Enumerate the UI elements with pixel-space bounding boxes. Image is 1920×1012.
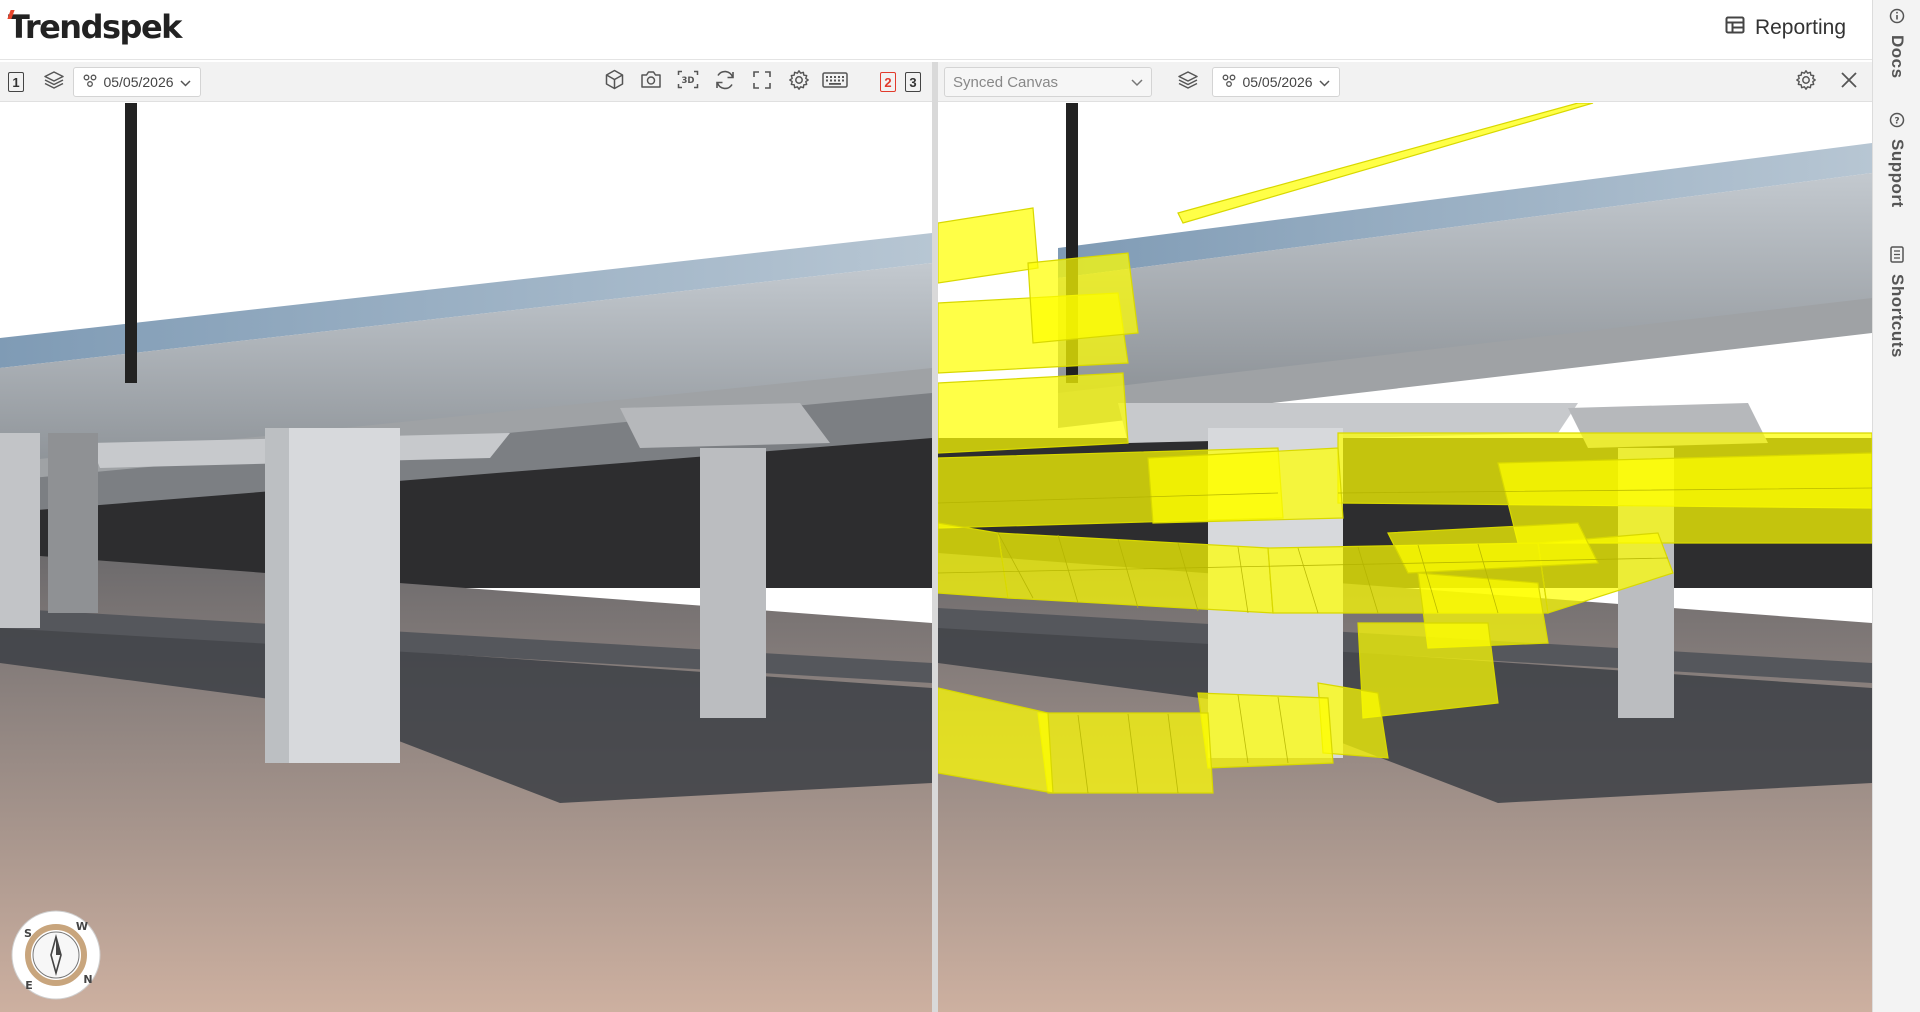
app-header: Trendspek Reporting bbox=[0, 0, 1872, 60]
keyboard-button[interactable] bbox=[820, 67, 850, 97]
rail-label-shortcuts: Shortcuts bbox=[1888, 274, 1907, 358]
camera-icon bbox=[640, 70, 662, 94]
bridge-scene bbox=[0, 103, 932, 1012]
layers-icon bbox=[1177, 70, 1199, 95]
brand-logo[interactable]: Trendspek bbox=[7, 8, 182, 46]
drone-icon bbox=[83, 74, 97, 91]
chevron-down-icon bbox=[1131, 74, 1143, 91]
left-3d-viewport[interactable]: W S E N bbox=[0, 103, 932, 1012]
date-select[interactable]: 05/05/2026 bbox=[73, 67, 201, 97]
table-icon bbox=[1725, 16, 1745, 40]
layers-button[interactable] bbox=[1174, 67, 1202, 97]
compass-n: N bbox=[83, 973, 92, 986]
rail-label-support: Support bbox=[1888, 139, 1907, 208]
svg-text:?: ? bbox=[1894, 116, 1899, 126]
3d-mode-button[interactable]: 3D bbox=[674, 67, 702, 97]
settings-button[interactable] bbox=[785, 67, 813, 97]
synced-canvas-select[interactable]: Synced Canvas bbox=[944, 67, 1152, 97]
synced-canvas-value: Synced Canvas bbox=[953, 73, 1059, 91]
fullscreen-button[interactable] bbox=[748, 67, 776, 97]
3d-view-button[interactable] bbox=[600, 67, 628, 97]
refresh-icon bbox=[714, 69, 736, 96]
cube-icon bbox=[604, 69, 625, 95]
viewport-number-badge[interactable]: 1 bbox=[7, 67, 25, 97]
info-icon bbox=[1889, 8, 1905, 29]
document-icon bbox=[1890, 246, 1904, 268]
viewport-number: 1 bbox=[8, 72, 24, 92]
rail-item-support[interactable]: ? Support bbox=[1873, 112, 1920, 208]
reporting-button[interactable]: Reporting bbox=[1725, 16, 1846, 40]
right-rail: Docs ? Support Shortcuts bbox=[1872, 0, 1920, 1012]
date-value: 05/05/2026 bbox=[1242, 74, 1313, 90]
reporting-label: Reporting bbox=[1754, 16, 1846, 39]
right-3d-viewport[interactable] bbox=[938, 103, 1872, 1012]
date-value: 05/05/2026 bbox=[103, 74, 174, 90]
help-icon: ? bbox=[1889, 112, 1905, 133]
brand-name: Trendspek bbox=[8, 8, 182, 46]
chevron-down-icon bbox=[1319, 74, 1330, 90]
rail-item-docs[interactable]: Docs bbox=[1873, 8, 1920, 79]
settings-button[interactable] bbox=[1792, 67, 1820, 97]
close-viewport-button[interactable] bbox=[1836, 67, 1862, 97]
sync-button[interactable] bbox=[711, 67, 739, 97]
rail-label-docs: Docs bbox=[1888, 35, 1907, 79]
compass-s: S bbox=[24, 927, 32, 940]
compass-e: E bbox=[25, 979, 33, 992]
compass-widget[interactable]: W S E N bbox=[10, 909, 102, 1001]
layers-button[interactable] bbox=[40, 67, 68, 97]
split-3-button[interactable]: 3 bbox=[904, 67, 922, 97]
fullscreen-icon bbox=[752, 70, 772, 95]
keyboard-icon bbox=[822, 71, 848, 93]
gear-icon bbox=[1795, 69, 1817, 96]
gear-icon bbox=[788, 69, 810, 96]
3d-icon: 3D bbox=[677, 70, 699, 94]
compass-w: W bbox=[76, 920, 88, 933]
drone-icon bbox=[1222, 74, 1236, 91]
screenshot-button[interactable] bbox=[637, 67, 665, 97]
split-2-label: 2 bbox=[880, 72, 896, 92]
split-2-button[interactable]: 2 bbox=[879, 67, 897, 97]
left-viewport-toolbar: 1 05/05/2026 3D 2 3 bbox=[0, 62, 932, 102]
svg-text:3D: 3D bbox=[682, 76, 695, 86]
right-viewport-toolbar: Synced Canvas 05/05/2026 bbox=[938, 62, 1872, 102]
close-icon bbox=[1840, 71, 1858, 94]
date-select[interactable]: 05/05/2026 bbox=[1212, 67, 1340, 97]
bridge-scene-with-flight-path bbox=[938, 103, 1872, 1012]
layers-icon bbox=[43, 70, 65, 95]
chevron-down-icon bbox=[180, 74, 191, 90]
split-3-label: 3 bbox=[905, 72, 921, 92]
rail-item-shortcuts[interactable]: Shortcuts bbox=[1873, 246, 1920, 358]
